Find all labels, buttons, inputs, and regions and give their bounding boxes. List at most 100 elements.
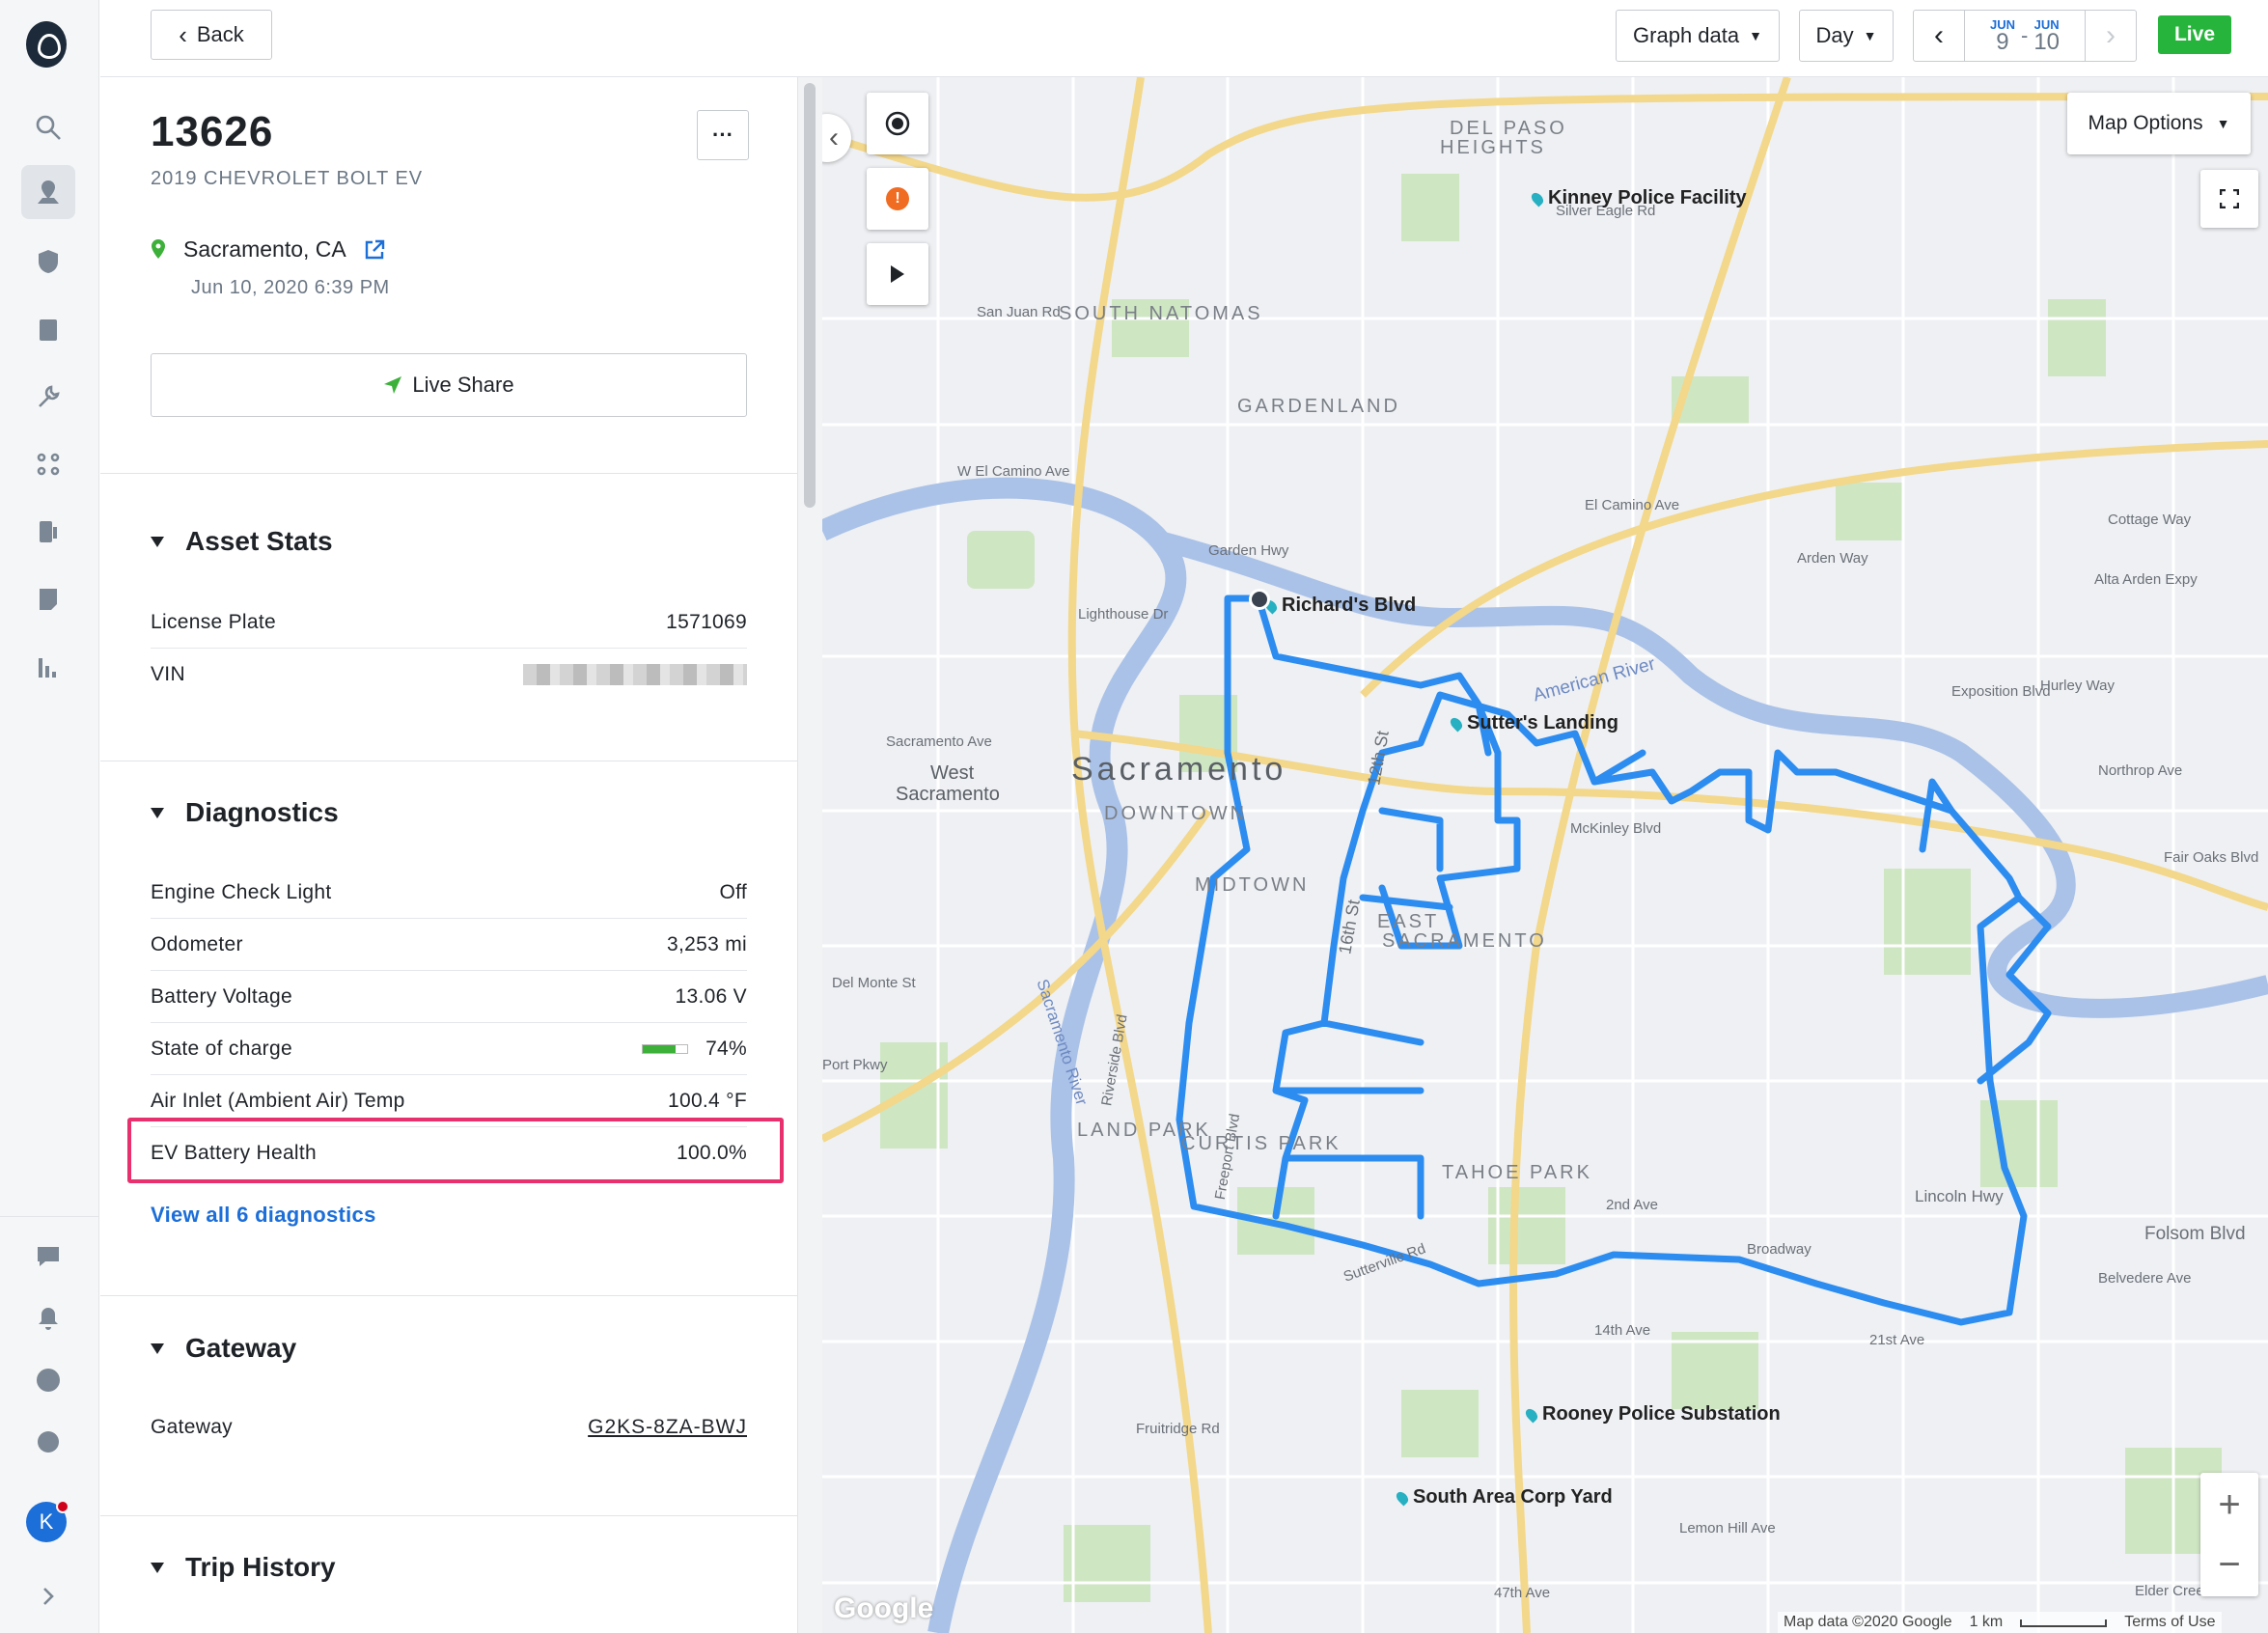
chevron-left-icon: ‹	[829, 122, 839, 153]
area-label: SACRAMENTO	[1382, 930, 1547, 952]
external-link-icon[interactable]	[364, 239, 385, 261]
caret-down-icon: ▼	[1863, 28, 1877, 43]
fullscreen-button[interactable]	[2200, 170, 2258, 228]
graph-data-dropdown[interactable]: Graph data ▼	[1616, 10, 1780, 62]
map-view[interactable]: San Juan Rd W El Camino Ave El Camino Av…	[822, 77, 2268, 1633]
alert-icon: !	[886, 187, 909, 210]
street-label: McKinley Blvd	[1570, 820, 1662, 837]
target-icon	[885, 111, 910, 136]
diag-value: 74%	[705, 1037, 747, 1060]
terms-link[interactable]: Terms of Use	[2124, 1614, 2215, 1631]
reports-icon[interactable]	[21, 640, 75, 694]
street-label: 14th Ave	[1594, 1322, 1651, 1339]
next-date-button[interactable]: ›	[2085, 10, 2137, 62]
area-label: CURTIS PARK	[1181, 1133, 1341, 1154]
scrollbar-thumb[interactable]	[804, 83, 816, 508]
map-attribution: Map data ©2020 Google 1 km Terms of Use	[1778, 1612, 2222, 1633]
google-logo: Google	[834, 1592, 934, 1624]
diag-label: Battery Voltage	[151, 984, 292, 1008]
poi-marker[interactable]: Rooney Police Substation	[1523, 1403, 1781, 1425]
poi-pin-icon	[1523, 1406, 1540, 1423]
stat-row-vin: VIN	[151, 649, 747, 701]
diag-value: 13.06 V	[675, 984, 747, 1008]
live-button[interactable]: Live	[2158, 15, 2231, 54]
diag-label: State of charge	[151, 1037, 292, 1060]
wrench-icon[interactable]	[21, 370, 75, 424]
poi-marker[interactable]: Richard's Blvd	[1262, 595, 1416, 617]
diag-row-odometer: Odometer 3,253 mi	[151, 919, 747, 971]
center-vehicle-button[interactable]	[867, 93, 928, 154]
panel-scrollbar[interactable]	[797, 77, 822, 1633]
shield-icon[interactable]	[21, 235, 75, 289]
chevron-right-icon: ›	[2106, 19, 2116, 51]
date-to: JUN 10	[2033, 18, 2060, 54]
trip-history-header[interactable]: Trip History	[151, 1552, 336, 1583]
map-options-dropdown[interactable]: Map Options ▼	[2067, 93, 2251, 154]
document-icon[interactable]	[21, 572, 75, 626]
poi-marker[interactable]: Kinney Police Facility	[1529, 187, 1747, 209]
play-route-button[interactable]	[867, 243, 928, 305]
date-range-picker[interactable]: JUN 9 - JUN 10	[1964, 10, 2086, 62]
more-options-button[interactable]: ···	[697, 110, 749, 160]
avatar[interactable]: K	[26, 1500, 69, 1542]
area-label: GARDENLAND	[1237, 396, 1400, 417]
street-label: Fair Oaks Blvd	[2164, 849, 2259, 866]
street-label: W El Camino Ave	[957, 463, 1070, 480]
view-all-diagnostics-link[interactable]: View all 6 diagnostics	[151, 1203, 376, 1228]
date-from: JUN 9	[1990, 18, 2015, 54]
section-divider	[100, 1295, 797, 1296]
alerts-button[interactable]: !	[867, 168, 928, 230]
poi-pin-icon	[1448, 715, 1465, 732]
area-label: HEIGHTS	[1440, 137, 1546, 158]
chevron-right-icon[interactable]	[21, 1569, 75, 1623]
clipboard-icon[interactable]	[21, 302, 75, 356]
attribution-text: Map data ©2020 Google	[1784, 1614, 1952, 1630]
gear-icon[interactable]	[21, 1415, 75, 1469]
period-dropdown[interactable]: Day ▼	[1799, 10, 1894, 62]
diag-value: Off	[719, 880, 747, 903]
gateway-link[interactable]: G2KS-8ZA-BWJ	[588, 1416, 747, 1439]
bell-icon[interactable]	[21, 1291, 75, 1345]
search-icon[interactable]	[21, 100, 75, 154]
play-icon	[891, 265, 904, 283]
street-label: Cottage Way	[2108, 512, 2192, 528]
area-label: DOWNTOWN	[1104, 803, 1248, 824]
diagnostics-title: Diagnostics	[185, 797, 339, 827]
map-topbar: Graph data ▼ Day ▼ ‹ JUN 9 - JUN 10 › Li…	[797, 0, 2268, 77]
back-label: Back	[196, 22, 244, 46]
caret-down-icon	[151, 807, 164, 818]
map-pin-icon[interactable]	[21, 165, 75, 219]
vehicle-position-marker[interactable]	[1249, 589, 1270, 610]
stat-label: License Plate	[151, 610, 276, 633]
zoom-out-button[interactable]: −	[2218, 1535, 2240, 1594]
caret-down-icon	[151, 536, 164, 547]
poi-marker[interactable]: Sutter's Landing	[1448, 712, 1618, 734]
highlight-box	[127, 1118, 784, 1183]
street-label: Lemon Hill Ave	[1679, 1520, 1776, 1536]
asset-stats-header[interactable]: Asset Stats	[151, 526, 333, 557]
street-label: San Juan Rd	[977, 304, 1061, 320]
trip-history-title: Trip History	[185, 1552, 336, 1582]
date-to-day: 10	[2033, 28, 2061, 55]
rail-divider	[0, 1216, 99, 1217]
fuel-icon[interactable]	[21, 505, 75, 559]
diag-label: Air Inlet (Ambient Air) Temp	[151, 1089, 405, 1112]
app-logo[interactable]	[26, 21, 67, 68]
help-icon[interactable]	[21, 1353, 75, 1407]
route-icon[interactable]	[21, 437, 75, 491]
poi-marker[interactable]: South Area Corp Yard	[1394, 1486, 1613, 1508]
live-share-button[interactable]: Live Share	[151, 353, 747, 417]
panel-topbar: ‹ Back	[100, 0, 797, 77]
street-label: Alta Arden Expy	[2094, 571, 2198, 588]
street-label: Port Pkwy	[822, 1057, 888, 1073]
diagnostics-header[interactable]: Diagnostics	[151, 797, 339, 828]
prev-date-button[interactable]: ‹	[1913, 10, 1965, 62]
vin-redacted	[523, 664, 747, 685]
chat-icon[interactable]	[21, 1230, 75, 1284]
back-button[interactable]: ‹ Back	[151, 10, 272, 60]
area-label: MIDTOWN	[1195, 874, 1310, 896]
zoom-in-button[interactable]: +	[2218, 1475, 2240, 1535]
area-label: TAHOE PARK	[1442, 1162, 1592, 1183]
gateway-header[interactable]: Gateway	[151, 1333, 296, 1364]
stat-row-license-plate: License Plate 1571069	[151, 596, 747, 649]
